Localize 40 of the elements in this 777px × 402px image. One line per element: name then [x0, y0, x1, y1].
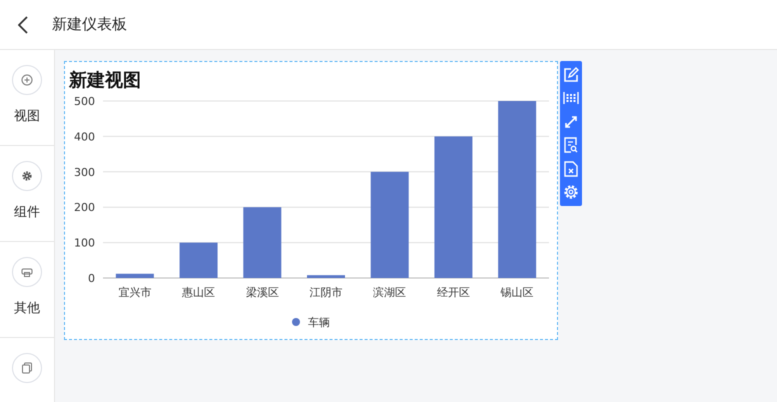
add-icon	[21, 74, 33, 86]
y-axis-label: 200	[74, 201, 95, 214]
y-axis-label: 300	[74, 166, 95, 179]
y-axis-label: 100	[74, 236, 95, 250]
grid-icon	[563, 91, 579, 106]
sidebar-label: 其他	[14, 300, 40, 317]
x-axis-label: 滨湖区	[373, 286, 406, 299]
x-axis-label: 江阴市	[310, 286, 342, 299]
bar	[307, 275, 345, 278]
legend-marker	[292, 318, 300, 326]
x-axis-label: 锡山区	[500, 286, 534, 299]
gear-icon	[21, 170, 33, 182]
sidebar-button[interactable]	[12, 353, 42, 383]
y-axis-label: 400	[74, 130, 95, 144]
y-axis-label: 0	[88, 272, 95, 285]
copy-icon	[21, 362, 33, 374]
edit-icon	[563, 66, 579, 83]
legend-label: 车辆	[308, 316, 330, 329]
x-axis-label: 经开区	[436, 286, 470, 299]
sidebar-label: 组件	[14, 204, 40, 221]
expand-icon	[564, 114, 578, 129]
document-delete-icon	[564, 160, 578, 177]
x-axis-label: 惠山区	[182, 286, 216, 299]
bar	[116, 274, 154, 278]
x-axis-label: 梁溪区	[246, 286, 279, 299]
sidebar-button[interactable]	[12, 161, 42, 191]
printer-icon	[21, 266, 33, 278]
sidebar-button[interactable]	[12, 65, 42, 95]
sidebar-label: 视图	[14, 108, 40, 125]
sidebar-button[interactable]	[12, 257, 42, 287]
document-search-icon	[564, 137, 578, 154]
x-axis-label: 宜兴市	[118, 286, 152, 299]
back-icon[interactable]	[18, 16, 28, 34]
page-title: 新建仪表板	[52, 15, 127, 34]
y-axis-label: 500	[74, 95, 95, 108]
bar	[180, 242, 218, 278]
chart-card[interactable]: 新建视图 0 100 200 300 400 500 宜兴市 惠山区 梁溪区 江阴市 滨湖区 经开区 锡山区 车辆	[64, 61, 558, 340]
bar	[243, 207, 282, 278]
settings-icon	[563, 184, 579, 200]
chart-title: 新建视图	[68, 69, 142, 92]
